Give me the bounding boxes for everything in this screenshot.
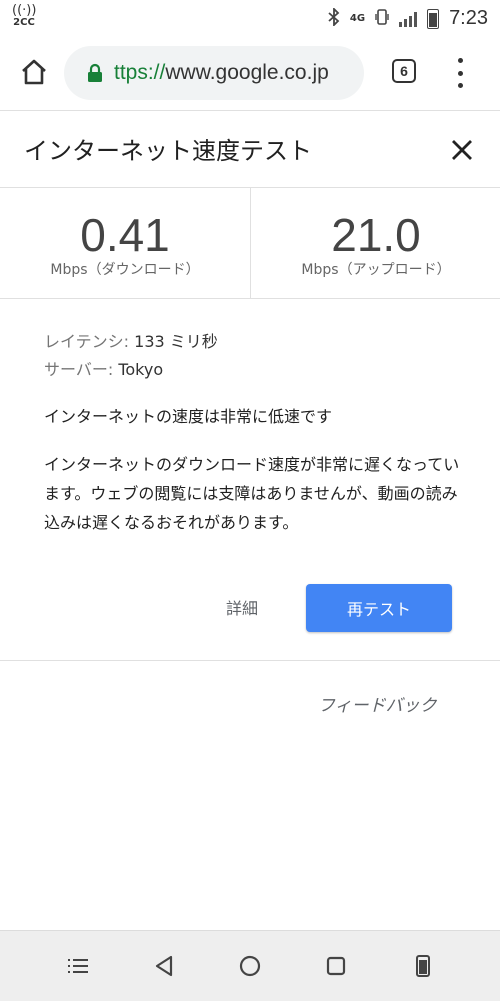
overflow-menu-button[interactable]: [446, 58, 474, 88]
download-panel: 0.41 Mbps（ダウンロード）: [0, 188, 250, 298]
hotspot-indicator: ((·)) 2CC: [12, 4, 36, 28]
network-type: 4G: [349, 12, 366, 24]
test-details: レイテンシ: 133 ミリ秒 サーバー: Tokyo: [44, 328, 464, 384]
home-nav-button[interactable]: [235, 951, 265, 981]
menu-dot-icon: [457, 58, 463, 63]
signal-icon: [399, 11, 418, 27]
menu-dot-icon: [457, 83, 463, 88]
server-value: Tokyo: [118, 360, 164, 379]
speed-summary: インターネットの速度は非常に低速です: [44, 407, 333, 426]
home-circle-icon: [239, 955, 261, 977]
server-row: サーバー: Tokyo: [44, 356, 464, 384]
bluetooth-icon: [328, 6, 340, 30]
latency-row: レイテンシ: 133 ミリ秒: [44, 328, 464, 356]
speed-results: 0.41 Mbps（ダウンロード） 21.0 Mbps（アップロード）: [0, 188, 500, 299]
back-triangle-icon: [155, 955, 173, 977]
battery-level: [429, 13, 438, 27]
vibrate-icon: [375, 8, 389, 30]
battery-icon: [427, 8, 440, 29]
horizontal-divider: [0, 660, 500, 661]
hotspot-label: 2CC: [13, 17, 35, 28]
home-button[interactable]: [14, 52, 54, 92]
browser-toolbar: ttps://www.google.co.jp 6: [0, 36, 500, 111]
url-text[interactable]: ttps://www.google.co.jp: [114, 61, 329, 85]
url-host: www.google.co.jp: [165, 61, 329, 84]
status-icons: 4G 7:23: [328, 6, 488, 30]
retest-button[interactable]: 再テスト: [306, 584, 452, 632]
home-icon: [22, 59, 46, 85]
close-button[interactable]: [447, 135, 477, 165]
page-title: インターネット速度テスト: [24, 137, 312, 165]
close-icon: [452, 140, 472, 160]
lock-icon: [86, 63, 104, 83]
phone-outline-icon: [416, 955, 430, 977]
clock: 7:23: [449, 7, 488, 29]
list-icon: [68, 959, 88, 973]
server-label: サーバー:: [44, 360, 114, 379]
tab-count: 6: [400, 63, 408, 79]
menu-nav-button[interactable]: [63, 951, 93, 981]
system-navigation-bar: [0, 930, 500, 1001]
menu-dot-icon: [457, 70, 463, 76]
hotspot-icon: ((·)): [12, 3, 37, 18]
upload-panel: 21.0 Mbps（アップロード）: [251, 188, 500, 298]
feedback-link[interactable]: フィードバック: [318, 691, 437, 716]
speed-description: インターネットのダウンロード速度が非常に遅くなっています。ウェブの閲覧には支障は…: [44, 455, 460, 532]
url-scheme: ttps://: [114, 61, 166, 84]
recents-button[interactable]: [321, 951, 351, 981]
url-bar[interactable]: ttps://www.google.co.jp: [64, 46, 364, 100]
details-button[interactable]: 詳細: [226, 595, 258, 619]
card-header: インターネット速度テスト: [0, 111, 500, 188]
upload-speed-value: 21.0: [331, 209, 421, 261]
upload-speed-unit: Mbps（アップロード）: [301, 262, 451, 278]
status-bar: ((·)) 2CC 4G 7:23: [0, 0, 500, 36]
latency-label: レイテンシ:: [44, 332, 130, 351]
recents-square-icon: [326, 956, 346, 976]
latency-value: 133 ミリ秒: [134, 332, 218, 351]
tab-switcher-button[interactable]: 6: [392, 59, 416, 83]
notification-pull-button[interactable]: [408, 951, 438, 981]
download-speed-unit: Mbps（ダウンロード）: [50, 262, 200, 278]
back-button[interactable]: [149, 951, 179, 981]
download-speed-value: 0.41: [80, 209, 170, 261]
